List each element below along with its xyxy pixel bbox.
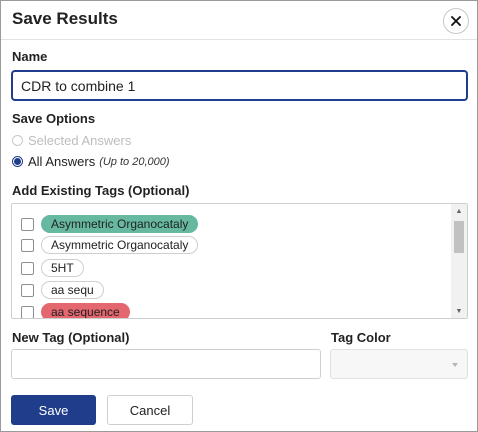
dialog-header: Save Results: [1, 1, 477, 40]
new-tag-label: New Tag (Optional): [12, 330, 130, 345]
tag-color-label: Tag Color: [331, 330, 391, 345]
tag-row[interactable]: Asymmetric Organocataly: [21, 235, 199, 255]
new-tag-input[interactable]: [11, 349, 321, 379]
existing-tags-list[interactable]: Asymmetric Organocataly Asymmetric Organ…: [11, 203, 468, 319]
existing-tags-label: Add Existing Tags (Optional): [12, 183, 190, 198]
tag-chip: Asymmetric Organocataly: [41, 236, 199, 254]
tag-checkbox[interactable]: [21, 283, 34, 297]
option-selected-answers[interactable]: Selected Answers: [12, 133, 131, 148]
tags-scrollbar[interactable]: ▲ ▼: [451, 204, 467, 318]
tag-chip: aa sequence: [41, 303, 130, 318]
tag-row[interactable]: 5HT: [21, 258, 84, 278]
option-all-answers[interactable]: All Answers (Up to 20,000): [12, 154, 170, 169]
tag-color-select[interactable]: [330, 349, 468, 379]
name-label: Name: [12, 49, 48, 64]
cancel-button[interactable]: Cancel: [107, 395, 193, 425]
save-button[interactable]: Save: [11, 395, 96, 425]
tag-row[interactable]: aa sequence: [21, 302, 130, 318]
chevron-down-icon: [452, 363, 458, 367]
option-selected-answers-label: Selected Answers: [28, 133, 132, 148]
tag-checkbox[interactable]: [21, 305, 34, 318]
option-all-answers-hint: (Up to 20,000): [99, 155, 170, 168]
option-all-answers-label: All Answers: [28, 154, 96, 169]
scroll-down-arrow-icon[interactable]: ▼: [451, 304, 467, 318]
close-button[interactable]: [443, 8, 469, 34]
tag-checkbox[interactable]: [21, 261, 34, 275]
save-options-label: Save Options: [12, 111, 96, 126]
scroll-up-arrow-icon[interactable]: ▲: [451, 204, 467, 218]
save-results-dialog: Save Results Name Save Options Selected …: [0, 0, 478, 432]
tag-checkbox[interactable]: [21, 238, 34, 252]
tag-chip: Asymmetric Organocataly: [41, 215, 199, 233]
close-icon: [451, 16, 461, 26]
dialog-title: Save Results: [12, 9, 118, 28]
name-input[interactable]: [11, 70, 468, 101]
tag-row[interactable]: Asymmetric Organocataly: [21, 214, 199, 234]
radio-all-answers[interactable]: [12, 156, 23, 167]
tag-checkbox[interactable]: [21, 217, 34, 231]
tag-row[interactable]: aa sequ: [21, 280, 104, 300]
tag-chip: aa sequ: [41, 281, 104, 299]
scrollbar-thumb[interactable]: [454, 221, 464, 253]
radio-selected-answers[interactable]: [12, 135, 23, 146]
tag-chip: 5HT: [41, 259, 84, 277]
